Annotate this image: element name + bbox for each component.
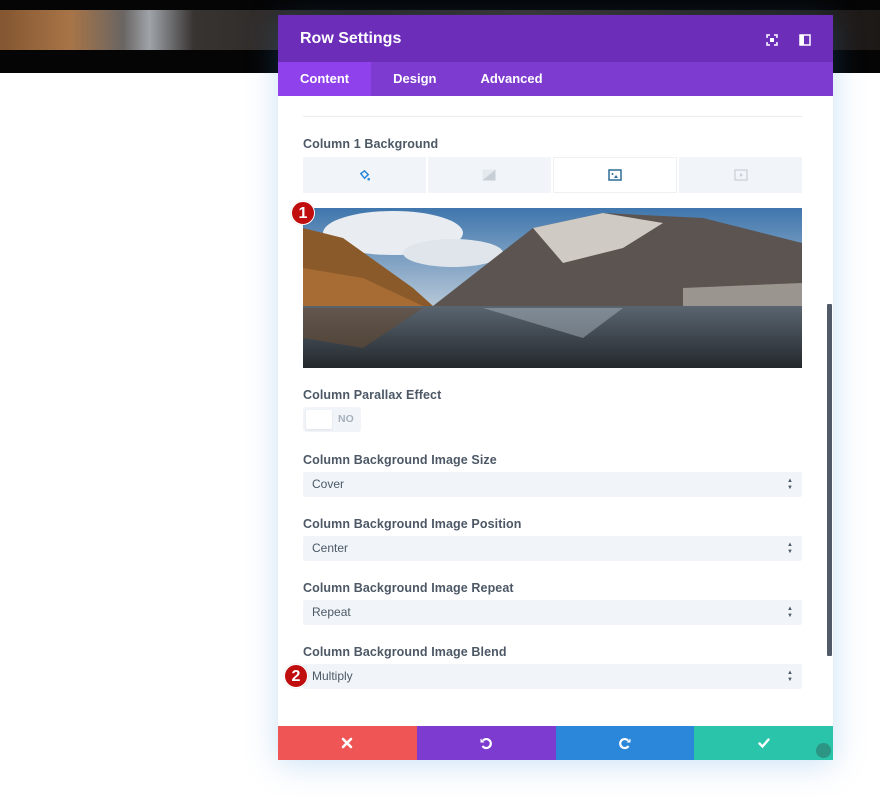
background-type-tabs <box>303 157 802 193</box>
image-repeat-value: Repeat <box>312 605 351 619</box>
select-arrows-icon: ▲ ▼ <box>787 542 793 555</box>
scrollbar[interactable] <box>827 304 832 656</box>
annotation-badge-1: 1 <box>291 201 315 225</box>
parallax-label: Column Parallax Effect <box>303 388 442 402</box>
select-arrows-icon: ▲ ▼ <box>787 606 793 619</box>
background-image-preview[interactable] <box>303 208 802 368</box>
select-arrows-icon: ▲ ▼ <box>787 478 793 491</box>
sidebar-layout-icon[interactable] <box>799 33 811 46</box>
toggle-state: NO <box>338 413 354 425</box>
image-size-label: Column Background Image Size <box>303 453 497 467</box>
undo-button[interactable] <box>416 726 556 760</box>
video-icon <box>734 169 748 181</box>
tab-advanced[interactable]: Advanced <box>458 62 564 96</box>
image-repeat-label: Column Background Image Repeat <box>303 581 514 595</box>
image-position-select[interactable]: Center ▲ ▼ <box>303 536 802 561</box>
modal-header: Row Settings <box>278 15 833 62</box>
modal-footer <box>278 726 833 760</box>
row-settings-modal: Row Settings Content Design Advanced Col… <box>278 15 833 760</box>
save-button[interactable] <box>694 726 833 760</box>
undo-icon <box>480 737 492 750</box>
cancel-button[interactable] <box>278 726 417 760</box>
background-color-tab[interactable] <box>303 157 426 193</box>
image-repeat-select[interactable]: Repeat ▲ ▼ <box>303 600 802 625</box>
image-position-value: Center <box>312 541 349 555</box>
image-blend-value: Multiply <box>312 669 353 683</box>
gradient-icon <box>482 169 496 181</box>
tab-design[interactable]: Design <box>371 62 458 96</box>
paint-bucket-icon <box>359 169 370 181</box>
image-position-label: Column Background Image Position <box>303 517 522 531</box>
tab-content[interactable]: Content <box>278 62 372 96</box>
image-size-select[interactable]: Cover ▲ ▼ <box>303 472 802 497</box>
image-size-value: Cover <box>312 477 345 491</box>
section-divider <box>303 116 802 117</box>
fullscreen-icon[interactable] <box>766 33 778 46</box>
image-blend-label: Column Background Image Blend <box>303 645 507 659</box>
image-blend-select[interactable]: Multiply ▲ ▼ <box>303 664 802 689</box>
redo-icon <box>619 737 631 750</box>
mountain-lake-image <box>303 208 802 368</box>
select-arrows-icon: ▲ ▼ <box>787 670 793 683</box>
resize-handle-icon[interactable] <box>816 743 831 758</box>
parallax-toggle[interactable]: NO <box>303 407 361 432</box>
background-gradient-tab[interactable] <box>427 157 551 193</box>
background-image-tab[interactable] <box>552 157 678 193</box>
close-icon <box>342 737 353 749</box>
background-label: Column 1 Background <box>303 137 439 151</box>
toggle-knob <box>306 410 332 429</box>
background-video-tab[interactable] <box>679 157 802 193</box>
modal-tabs: Content Design Advanced <box>278 62 833 96</box>
annotation-badge-2: 2 <box>284 664 308 688</box>
modal-title: Row Settings <box>300 29 402 47</box>
modal-body: Column 1 Background 1 Column Parallax Ef… <box>278 96 833 726</box>
redo-button[interactable] <box>555 726 695 760</box>
check-icon <box>757 738 770 749</box>
image-icon <box>608 169 622 181</box>
